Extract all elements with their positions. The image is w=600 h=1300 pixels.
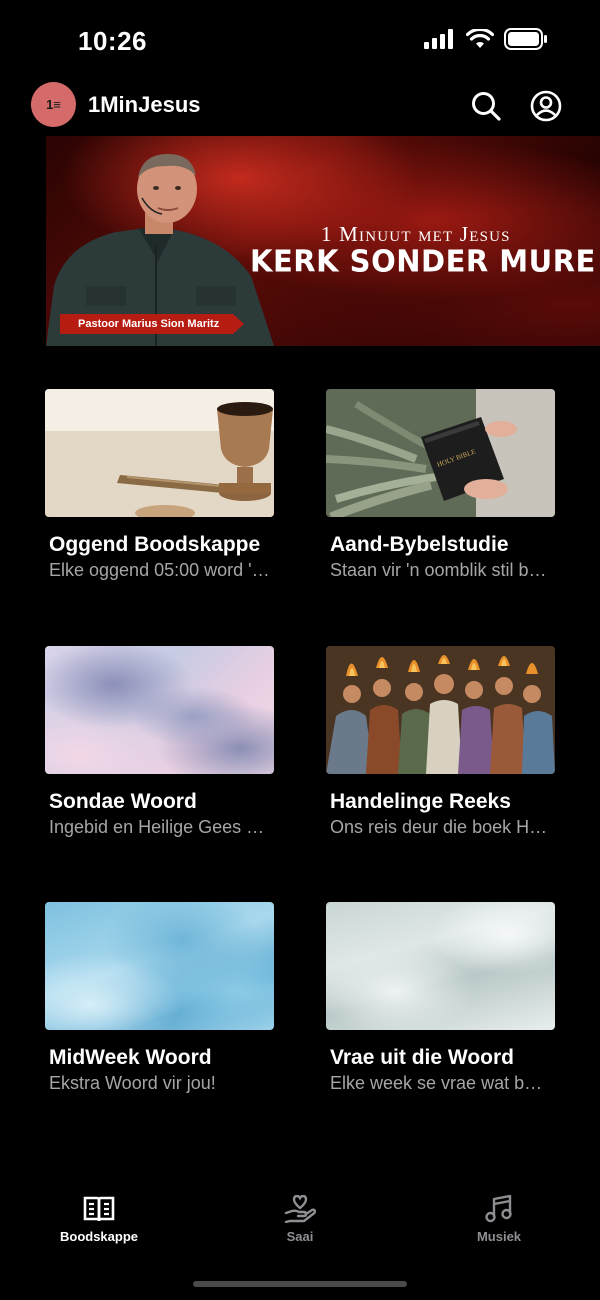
card-description: Ingebid en Heilige Gees gevulde boodskap… xyxy=(49,817,270,837)
cup-image xyxy=(45,389,274,517)
tab-saai[interactable]: Saai xyxy=(230,1185,370,1244)
hand-heart-icon xyxy=(284,1195,316,1223)
music-note-icon xyxy=(485,1195,512,1223)
tab-label: Boodskappe xyxy=(59,1229,138,1244)
search-icon[interactable] xyxy=(470,90,502,122)
home-indicator[interactable] xyxy=(193,1281,407,1287)
category-card-handelinge[interactable]: Handelinge Reeks Ons reis deur die boek … xyxy=(326,646,555,839)
card-description: Elke oggend 05:00 word 'n boodskap gedee… xyxy=(49,560,270,580)
app-logo[interactable]: 1≡ xyxy=(31,82,76,127)
card-title: Vrae uit die Woord xyxy=(330,1046,514,1069)
tab-label: Saai xyxy=(286,1229,314,1244)
card-description: Ekstra Woord vir jou! xyxy=(49,1073,216,1093)
card-thumbnail xyxy=(326,646,555,774)
tab-musiek[interactable]: Musiek xyxy=(429,1185,569,1244)
featured-banner[interactable]: 1 Minuut met Jesus KERK SONDER MURE Past… xyxy=(46,136,600,346)
category-card-vrae[interactable]: Vrae uit die Woord Elke week se vrae wat… xyxy=(326,902,555,1095)
card-description: Elke week se vrae wat beantwoord word xyxy=(330,1073,551,1093)
status-icons xyxy=(424,28,548,50)
book-open-icon xyxy=(83,1196,115,1222)
card-title: MidWeek Woord xyxy=(49,1046,212,1069)
pentecost-image xyxy=(326,646,555,774)
card-title: Oggend Boodskappe xyxy=(49,533,261,556)
category-card-midweek[interactable]: MidWeek Woord Ekstra Woord vir jou! xyxy=(45,902,274,1095)
battery-icon xyxy=(504,28,547,50)
status-time: 10:26 xyxy=(78,26,147,56)
card-thumbnail xyxy=(45,646,274,774)
bible-image: HOLY BIBLE xyxy=(326,389,555,517)
card-thumbnail: HOLY BIBLE xyxy=(326,389,555,517)
bottom-tab-bar: Boodskappe Saai Musiek xyxy=(0,1185,600,1265)
card-thumbnail xyxy=(326,902,555,1030)
category-card-sondae[interactable]: Sondae Woord Ingebid en Heilige Gees gev… xyxy=(45,646,274,839)
speaker-name: Pastoor Marius Sion Maritz xyxy=(78,318,220,330)
app-logo-text: 1≡ xyxy=(46,97,61,112)
wifi-icon xyxy=(466,29,494,48)
card-thumbnail xyxy=(45,389,274,517)
card-title: Sondae Woord xyxy=(49,790,197,813)
category-card-oggend[interactable]: Oggend Boodskappe Elke oggend 05:00 word… xyxy=(45,389,274,582)
card-description: Ons reis deur die boek Handelinge xyxy=(330,817,551,837)
banner-title: KERK SONDER MURE xyxy=(250,243,596,279)
speaker-tag: Pastoor Marius Sion Maritz xyxy=(60,314,244,334)
status-bar: 10:26 xyxy=(0,0,600,80)
category-card-aand[interactable]: HOLY BIBLE Aand-Bybelstudie Staan vir 'n… xyxy=(326,389,555,582)
profile-icon[interactable] xyxy=(530,90,562,122)
card-title: Handelinge Reeks xyxy=(330,790,511,813)
tab-boodskappe[interactable]: Boodskappe xyxy=(29,1185,169,1244)
tab-label: Musiek xyxy=(476,1229,522,1244)
card-thumbnail xyxy=(45,902,274,1030)
app-title: 1MinJesus xyxy=(88,92,201,117)
card-description: Staan vir 'n oomblik stil by die Woord xyxy=(330,560,551,580)
app-header: 1≡ 1MinJesus xyxy=(0,80,600,132)
card-title: Aand-Bybelstudie xyxy=(330,533,509,556)
cellular-signal-icon xyxy=(424,29,453,49)
